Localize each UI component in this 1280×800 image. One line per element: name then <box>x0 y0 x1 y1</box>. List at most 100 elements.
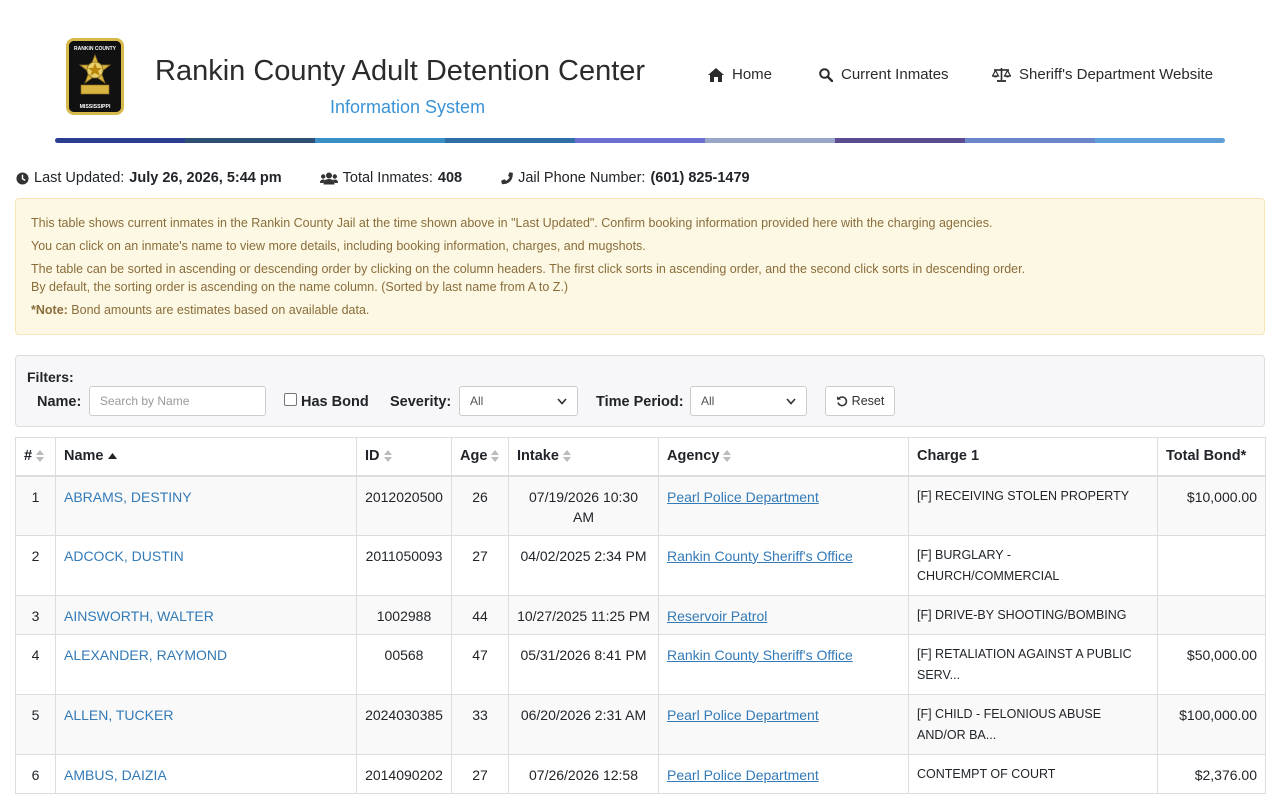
col-header-id[interactable]: ID <box>356 437 452 477</box>
cell-bond: $50,000.00 <box>1157 633 1266 695</box>
cell-intake: 07/19/2026 10:30 AM <box>508 475 659 536</box>
sort-icon <box>36 450 45 463</box>
alert-line-1: This table shows current inmates in the … <box>31 216 993 230</box>
table-row[interactable]: 2 ADCOCK, DUSTIN 2011050093 27 04/02/2025 2:… <box>15 534 1266 596</box>
severity-select[interactable]: All <box>459 386 578 416</box>
sort-icon <box>491 450 500 463</box>
nav-sheriff-website[interactable]: Sheriff's Department Website <box>992 66 1213 83</box>
jail-phone-label: Jail Phone Number: <box>518 170 646 186</box>
alert-note-label: *Note: <box>31 303 68 317</box>
jail-phone-value: (601) 825-1479 <box>650 170 750 186</box>
cell-charge: [F] DRIVE-BY SHOOTING/BOMBING <box>908 594 1158 635</box>
cell-charge: [F] RECEIVING STOLEN PROPERTY <box>908 475 1158 536</box>
reset-button[interactable]: Reset <box>825 386 895 416</box>
severity-select-value: All <box>470 394 484 408</box>
cell-id: 2014090202 <box>356 753 452 794</box>
cell-bond: $10,000.00 <box>1157 475 1266 536</box>
color-bar-segment <box>965 138 1095 143</box>
name-search-input[interactable] <box>89 386 266 416</box>
color-bar-segment <box>1095 138 1225 143</box>
color-bar-segment <box>575 138 705 143</box>
name-filter-label: Name: <box>37 394 82 410</box>
cell-charge: [F] BURGLARY - CHURCH/COMMERCIAL <box>908 534 1158 596</box>
has-bond-label[interactable]: Has Bond <box>301 394 369 410</box>
home-icon <box>708 67 724 82</box>
color-bar-segment <box>55 138 185 143</box>
users-icon <box>319 172 338 184</box>
alert-note: *Note: Bond amounts are estimates based … <box>31 301 1249 319</box>
cell-charge: CONTEMPT OF COURT <box>908 753 1158 794</box>
nav-home[interactable]: Home <box>708 66 772 83</box>
nav-current-inmates-label: Current Inmates <box>841 66 949 83</box>
table-body: 1 ABRAMS, DESTINY 2012020500 26 07/19/2026 1… <box>15 475 1266 794</box>
filters-panel: Filters: Name: Has Bond Severity: All Ti… <box>15 355 1265 427</box>
cell-name[interactable]: AMBUS, DAIZIA <box>55 753 357 794</box>
total-inmates-value: 408 <box>437 170 463 186</box>
col-header-bond: Total Bond* <box>1157 437 1266 477</box>
cell-agency[interactable]: Reservoir Patrol <box>658 594 909 635</box>
time-period-label: Time Period: <box>596 394 684 410</box>
cell-bond: $100,000.00 <box>1157 693 1266 755</box>
col-header-age[interactable]: Age <box>451 437 509 477</box>
last-updated: Last Updated: July 26, 2026, 5:44 pm <box>16 170 282 186</box>
clock-icon <box>16 171 29 185</box>
sort-ascending-icon <box>107 452 117 459</box>
col-header-num[interactable]: # <box>15 437 56 477</box>
undo-icon <box>836 396 847 407</box>
color-bar-segment <box>705 138 835 143</box>
table-row[interactable]: 1 ABRAMS, DESTINY 2012020500 26 07/19/2026 1… <box>15 475 1266 536</box>
cell-age: 27 <box>451 753 509 794</box>
color-bar-segment <box>835 138 965 143</box>
col-header-name[interactable]: Name <box>55 437 357 477</box>
cell-bond <box>1157 534 1266 596</box>
cell-intake: 07/26/2026 12:58 <box>508 753 659 794</box>
balance-scale-icon <box>992 68 1011 82</box>
chevron-down-icon <box>786 397 796 405</box>
cell-name[interactable]: ABRAMS, DESTINY <box>55 475 357 536</box>
table-row[interactable]: 4 ALEXANDER, RAYMOND 00568 47 05/31/2026 8:4… <box>15 633 1266 695</box>
col-header-agency[interactable]: Agency <box>658 437 909 477</box>
last-updated-label: Last Updated: <box>34 170 125 186</box>
header-color-bar <box>55 138 1225 143</box>
cell-agency[interactable]: Pearl Police Department <box>658 475 909 536</box>
table-row[interactable]: 3 AINSWORTH, WALTER 1002988 44 10/27/2025 11… <box>15 594 1266 635</box>
cell-age: 47 <box>451 633 509 695</box>
col-header-intake[interactable]: Intake <box>508 437 659 477</box>
inmates-table: # Name ID Age Intake Agency Charge 1 Tot… <box>15 437 1266 794</box>
cell-name[interactable]: ALEXANDER, RAYMOND <box>55 633 357 695</box>
cell-num: 6 <box>15 753 56 794</box>
cell-num: 1 <box>15 475 56 536</box>
sheriff-badge-logo: RANKIN COUNTY MISSISSIPPI <box>66 38 124 115</box>
nav-sheriff-website-label: Sheriff's Department Website <box>1019 66 1214 83</box>
cell-agency[interactable]: Pearl Police Department <box>658 693 909 755</box>
cell-name[interactable]: ADCOCK, DUSTIN <box>55 534 357 596</box>
info-row: Last Updated: July 26, 2026, 5:44 pm Tot… <box>16 170 788 186</box>
cell-bond <box>1157 594 1266 635</box>
cell-num: 4 <box>15 633 56 695</box>
cell-agency[interactable]: Pearl Police Department <box>658 753 909 794</box>
table-row[interactable]: 5 ALLEN, TUCKER 2024030385 33 06/20/2026 2:3… <box>15 693 1266 755</box>
svg-text:MISSISSIPPI: MISSISSIPPI <box>80 104 111 110</box>
cell-agency[interactable]: Rankin County Sheriff's Office <box>658 534 909 596</box>
cell-age: 33 <box>451 693 509 755</box>
sort-icon <box>723 450 732 463</box>
time-period-select[interactable]: All <box>690 386 807 416</box>
color-bar-segment <box>445 138 575 143</box>
cell-id: 2011050093 <box>356 534 452 596</box>
cell-name[interactable]: ALLEN, TUCKER <box>55 693 357 755</box>
cell-intake: 06/20/2026 2:31 AM <box>508 693 659 755</box>
sort-icon <box>383 450 392 463</box>
nav-current-inmates[interactable]: Current Inmates <box>819 66 949 83</box>
site-title: Rankin County Adult Detention Center <box>155 55 646 87</box>
total-inmates: Total Inmates: 408 <box>319 170 463 186</box>
color-bar-segment <box>185 138 315 143</box>
table-row[interactable]: 6 AMBUS, DAIZIA 2014090202 27 07/26/2026 12:… <box>15 753 1266 794</box>
sort-icon <box>562 450 571 463</box>
cell-agency[interactable]: Rankin County Sheriff's Office <box>658 633 909 695</box>
cell-id: 2012020500 <box>356 475 452 536</box>
cell-name[interactable]: AINSWORTH, WALTER <box>55 594 357 635</box>
last-updated-value: July 26, 2026, 5:44 pm <box>129 170 282 186</box>
severity-label: Severity: <box>390 394 452 410</box>
cell-num: 5 <box>15 693 56 755</box>
has-bond-checkbox[interactable] <box>284 393 297 406</box>
